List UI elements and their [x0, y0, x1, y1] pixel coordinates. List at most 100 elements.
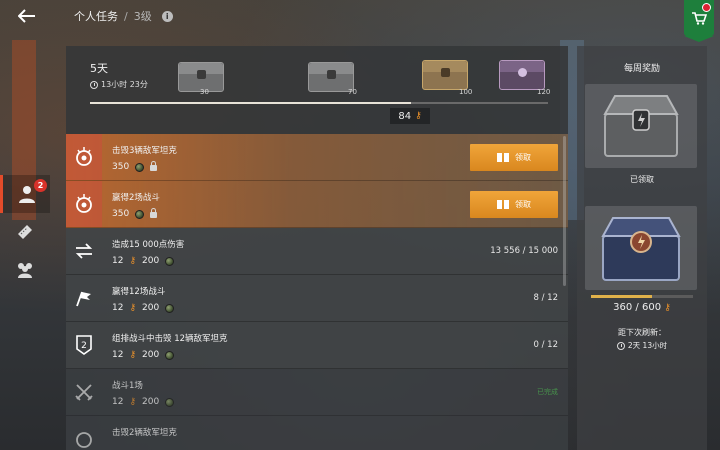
key-icon: ⚷ [129, 303, 137, 313]
quest-title: 赢得12场战斗 [112, 287, 166, 297]
chest-clasp [518, 68, 527, 77]
progress-track [90, 102, 548, 104]
arrows-icon [75, 243, 93, 259]
quest-icon-box [66, 228, 102, 274]
milestone-label: 30 [200, 88, 209, 96]
quest-item[interactable]: 赢得12场战斗 12 ⚷ 200 8 / 12 [66, 275, 568, 322]
weekly-progress-text: 360 / 600 [613, 302, 662, 313]
current-progress-tag: 84 ⚷ [390, 108, 430, 124]
key-amount: 12 [112, 303, 124, 313]
target-icon [76, 147, 92, 166]
quest-item[interactable]: 造成15 000点伤害 12 ⚷ 200 13 556 / 15 000 [66, 228, 568, 275]
grenade-icon [135, 162, 145, 172]
reward-amount: 350 [112, 162, 130, 172]
quest-title: 击毁2辆敌军坦克 [112, 428, 177, 438]
quest-icon-box [66, 369, 102, 415]
reward-amount: 200 [142, 350, 160, 360]
quest-reward: 12 ⚷ 200 [112, 350, 175, 360]
reward-amount: 350 [112, 209, 130, 219]
milestone-label: 120 [537, 88, 551, 96]
quest-progress: 0 / 12 [533, 340, 559, 350]
claim-button-label: 领取 [515, 153, 531, 162]
current-progress-value: 84 [398, 110, 412, 122]
quest-reward: 12 ⚷ 200 [112, 397, 175, 407]
time-remaining: 13小时 23分 [90, 79, 148, 90]
info-icon[interactable]: i [161, 10, 173, 22]
quest-title: 造成15 000点伤害 [112, 240, 185, 250]
quest-title: 战斗1场 [112, 381, 143, 391]
quest-icon-box [66, 275, 102, 321]
nav-item-team[interactable] [0, 251, 50, 289]
quest-item[interactable]: 击毁2辆敌军坦克 [66, 416, 568, 450]
quest-progress: 8 / 12 [533, 293, 559, 303]
scrollbar[interactable] [563, 136, 566, 286]
quest-title: 组排战斗中击毁 12辆敌军坦克 [112, 334, 228, 344]
quest-item[interactable]: 战斗1场 12 ⚷ 200 已完成 [66, 369, 568, 416]
cart-icon [692, 12, 707, 25]
svg-text:2: 2 [81, 341, 87, 351]
key-icon: ⚷ [415, 111, 422, 121]
quest-icon-box: 2 [66, 322, 102, 368]
milestone-label: 100 [459, 88, 473, 96]
shop-notification-badge [702, 3, 711, 12]
grenade-icon [165, 303, 175, 313]
quest-progress: 13 556 / 15 000 [490, 246, 558, 256]
quest-item[interactable]: 赢得2场战斗 350 领取 [66, 181, 568, 228]
quests-panel: 5天 13小时 23分 30 70 100 120 84 ⚷ 击毁3辆敌军坦克 … [66, 46, 568, 450]
claim-button-label: 领取 [515, 200, 531, 209]
lock-icon [150, 161, 158, 171]
platoon-icon: 2 [76, 335, 92, 355]
chest-clasp [441, 68, 450, 77]
refresh-label: 距下次刷新： [618, 328, 666, 337]
book-icon [497, 153, 509, 162]
weekly-progress-fill [591, 295, 653, 298]
reward-amount: 200 [142, 397, 160, 407]
chest-clasp [327, 70, 336, 79]
reward-amount: 200 [142, 303, 160, 313]
claim-button[interactable]: 领取 [470, 191, 558, 218]
clock-icon [90, 80, 98, 89]
quest-reward: 12 ⚷ 200 [112, 256, 175, 266]
level-label: 3级 [133, 10, 152, 23]
grenade-icon [135, 209, 145, 219]
quest-icon-box [66, 416, 102, 450]
quest-reward: 350 [112, 208, 158, 219]
weekly-chest-claimed[interactable] [585, 84, 697, 168]
milestone-chest-120[interactable] [499, 60, 545, 90]
key-icon: ⚷ [664, 303, 671, 313]
refresh-timer: 2天 13小时 [577, 340, 707, 351]
top-bar: 个人任务 / 3级 i [0, 0, 720, 42]
key-amount: 12 [112, 350, 124, 360]
ticket-icon [18, 225, 32, 239]
quest-item[interactable]: 击毁3辆敌军坦克 350 领取 [66, 134, 568, 181]
key-amount: 12 [112, 256, 124, 266]
target-icon [76, 194, 92, 213]
shop-button[interactable] [684, 0, 714, 42]
grenade-icon [165, 350, 175, 360]
chest-clasp [197, 70, 206, 79]
weekly-chest-next[interactable] [585, 206, 697, 290]
milestone-chest-100[interactable] [422, 60, 468, 90]
grenade-icon [165, 397, 175, 407]
quest-title: 赢得2场战斗 [112, 193, 160, 203]
left-nav: 2 [0, 175, 50, 289]
key-amount: 12 [112, 397, 124, 407]
quest-item[interactable]: 2 组排战斗中击毁 12辆敌军坦克 12 ⚷ 200 0 / 12 [66, 322, 568, 369]
nav-item-profile[interactable]: 2 [0, 175, 50, 213]
progress-track-fill [90, 102, 411, 104]
nav-item-ticket[interactable] [0, 213, 50, 251]
key-icon: ⚷ [129, 397, 137, 407]
weekly-progress: 360 / 600 ⚷ [577, 302, 707, 313]
target-icon [76, 432, 92, 448]
weekly-rewards-title: 每周奖励 [623, 64, 660, 74]
claim-button[interactable]: 领取 [470, 144, 558, 171]
quest-list: 击毁3辆敌军坦克 350 领取 赢得2场战斗 350 领取 造成15 000点伤… [66, 134, 568, 450]
reward-amount: 200 [142, 256, 160, 266]
team-icon [18, 263, 32, 278]
key-icon: ⚷ [129, 350, 137, 360]
grenade-icon [165, 256, 175, 266]
back-button[interactable] [14, 6, 40, 26]
silver-chest-icon [603, 95, 679, 157]
lock-icon [150, 208, 158, 218]
crossed-swords-icon [75, 384, 93, 401]
